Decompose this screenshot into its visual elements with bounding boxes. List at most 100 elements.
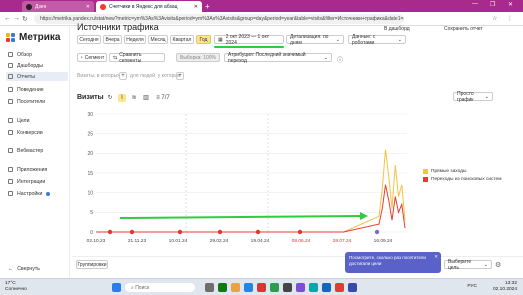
minimize-icon[interactable]: — [472,1,478,7]
chrome-icon[interactable] [270,283,279,292]
x-tick-label: 02.10.23 [87,238,106,244]
close-icon[interactable]: ✕ [86,4,90,10]
select-goal-button[interactable]: Выберите цель ⌄ [444,258,492,271]
app-icon[interactable] [322,283,331,292]
close-icon[interactable]: ✕ [434,254,438,260]
period-week[interactable]: Неделя [124,35,146,44]
system-tray[interactable]: РУС 13:32 02.10.2024 [467,281,517,293]
period-year[interactable]: Год [196,35,211,44]
save-report-button[interactable]: Сохранить отчет [444,26,483,32]
app-icon[interactable] [257,283,266,292]
add-visit-filter-icon[interactable]: + [119,72,127,80]
sidebar-item-goals[interactable]: Цели [6,116,68,125]
chevron-down-icon: ⌄ [397,36,402,43]
tab-label: Счетчики в Яндекс для абзац [109,3,178,10]
explorer-icon[interactable] [231,283,240,292]
browser-toolbar-icons[interactable]: ☆ ⋮ [492,15,517,22]
weather-desc: Солнечно [5,287,27,292]
select-goal-label: Выберите цель [448,258,472,271]
sidebar-item-visitors[interactable]: Посетители [6,97,68,106]
x-tick-label: 08.06.24 [292,238,311,244]
sidebar-item-apps[interactable]: Приложения [6,165,68,174]
period-today[interactable]: Сегодня [77,35,101,44]
new-tab-button[interactable]: + [205,2,210,11]
tab-dzen[interactable]: Дзен ✕ [22,1,94,12]
metrika-logo[interactable]: Метрика [6,32,60,43]
x-tick-label: 29.02.24 [210,238,229,244]
start-icon[interactable] [112,283,121,292]
x-tick-label: 21.11.23 [128,238,147,244]
taskbar-search[interactable]: ⌕ Поиск [125,283,195,292]
period-yesterday[interactable]: Вчера [103,35,122,44]
metrics-count-select[interactable]: ≡ 7/7 [154,94,172,102]
sidebar-item-behavior[interactable]: Поведение [6,85,68,94]
app-icon[interactable] [283,283,292,292]
chevron-down-icon: ⌄ [483,261,488,268]
data-robots-select[interactable]: Данные: с роботами ⌄ [348,34,406,46]
area-chart-icon[interactable]: ≋ [130,94,138,102]
visits-filter-hint[interactable]: Визиты, в которых [77,73,120,79]
language-indicator[interactable]: РУС [467,284,477,290]
metrika-logo-icon [6,32,16,43]
compare-segments-button[interactable]: ⇆ Сравнить сегменты [109,52,165,64]
reload-icon[interactable]: ↻ [22,15,28,23]
visits-chart: 0 5 10 15 20 25 30 02.10.23 21.11.23 10.01.24 29.0… [87,112,407,244]
window-close-icon[interactable]: ✕ [508,1,513,8]
grouping-button[interactable]: Группировки [76,260,108,269]
period-quarter[interactable]: Квартал [170,35,194,44]
edge-icon[interactable] [244,283,253,292]
date-range-picker[interactable]: ▦ 2 окт 2023 — 1 окт 2024 [214,34,284,46]
add-to-dashboard-link[interactable]: В дашборд [384,26,410,32]
sidebar-item-reports[interactable]: Отчеты [6,72,68,81]
legend-item-direct[interactable]: Прямые заходы [423,169,502,174]
app-icon[interactable] [348,283,357,292]
period-month[interactable]: Месяц [148,35,168,44]
maximize-icon[interactable]: ❐ [490,1,495,8]
app-icon[interactable] [309,283,318,292]
yandex-browser-icon[interactable] [335,283,344,292]
settings-gear-icon[interactable]: ⚙ [495,261,501,269]
search-label: Поиск [135,285,150,291]
table-toolbar: Группировки Выберите цель ⌄ ⚙ [72,256,523,271]
bar-chart-icon[interactable]: ▥ [142,94,150,102]
clock-date: 02.10.2024 [492,287,517,292]
arrow-head [360,212,368,220]
sidebar-item-overview[interactable]: Обзор [6,50,68,59]
y-tick-label: 10 [87,190,93,196]
sample-select[interactable]: Выборка: 100% [176,53,220,62]
weather-widget[interactable]: 17°C Солнечно [5,281,27,293]
line-chart-icon[interactable]: ⌇ [118,94,126,102]
sidebar-item-conversions[interactable]: Конверсии [6,128,68,137]
segment-button[interactable]: ◔ Сегмент [77,53,107,62]
task-view-icon[interactable] [205,283,214,292]
attribution-select[interactable]: Атрибуция: Последний значимый переход ⌄ [224,52,332,64]
webmaster-icon [8,148,13,153]
tab-metrika[interactable]: Счетчики в Яндекс для абзац ✕ [96,1,202,12]
highlight-underline [214,46,284,48]
add-people-filter-icon[interactable]: + [176,72,184,80]
sidebar-item-settings[interactable]: Настройки [6,189,68,198]
event-marker [374,229,380,235]
graph-type-select[interactable]: Просто график ⌄ [453,91,493,103]
app-icon[interactable] [296,283,305,292]
detail-select[interactable]: Детализация: по дням ⌄ [286,34,344,46]
chart-legend: Прямые заходы Переходы из поисковых сист… [423,169,502,185]
y-tick-label: 30 [87,112,93,118]
windows-taskbar: 17°C Солнечно ⌕ Поиск РУС 13:32 02.10.20… [0,278,523,295]
dashboards-icon [8,63,13,68]
forward-icon[interactable]: → [13,15,20,22]
people-filter-hint[interactable]: для людей, у которых [130,73,180,79]
sidebar-item-label: Вебмастер [17,147,44,154]
refresh-icon[interactable]: ↻ [106,94,114,102]
sidebar-item-integrations[interactable]: Интеграции [6,177,68,186]
close-icon[interactable]: ✕ [194,4,198,10]
app-icon[interactable] [218,283,227,292]
legend-item-search[interactable]: Переходы из поисковых систем [423,177,502,182]
help-icon[interactable]: ⓘ [337,55,343,64]
y-tick-label: 0 [90,230,93,236]
sidebar-item-dashboards[interactable]: Дашборды [6,61,68,70]
back-icon[interactable]: ← [4,15,11,22]
sidebar-item-webmaster[interactable]: Вебмастер [6,146,68,155]
sidebar-collapse[interactable]: ← Свернуть [6,264,68,273]
segment-icon: ◔ [79,54,83,61]
